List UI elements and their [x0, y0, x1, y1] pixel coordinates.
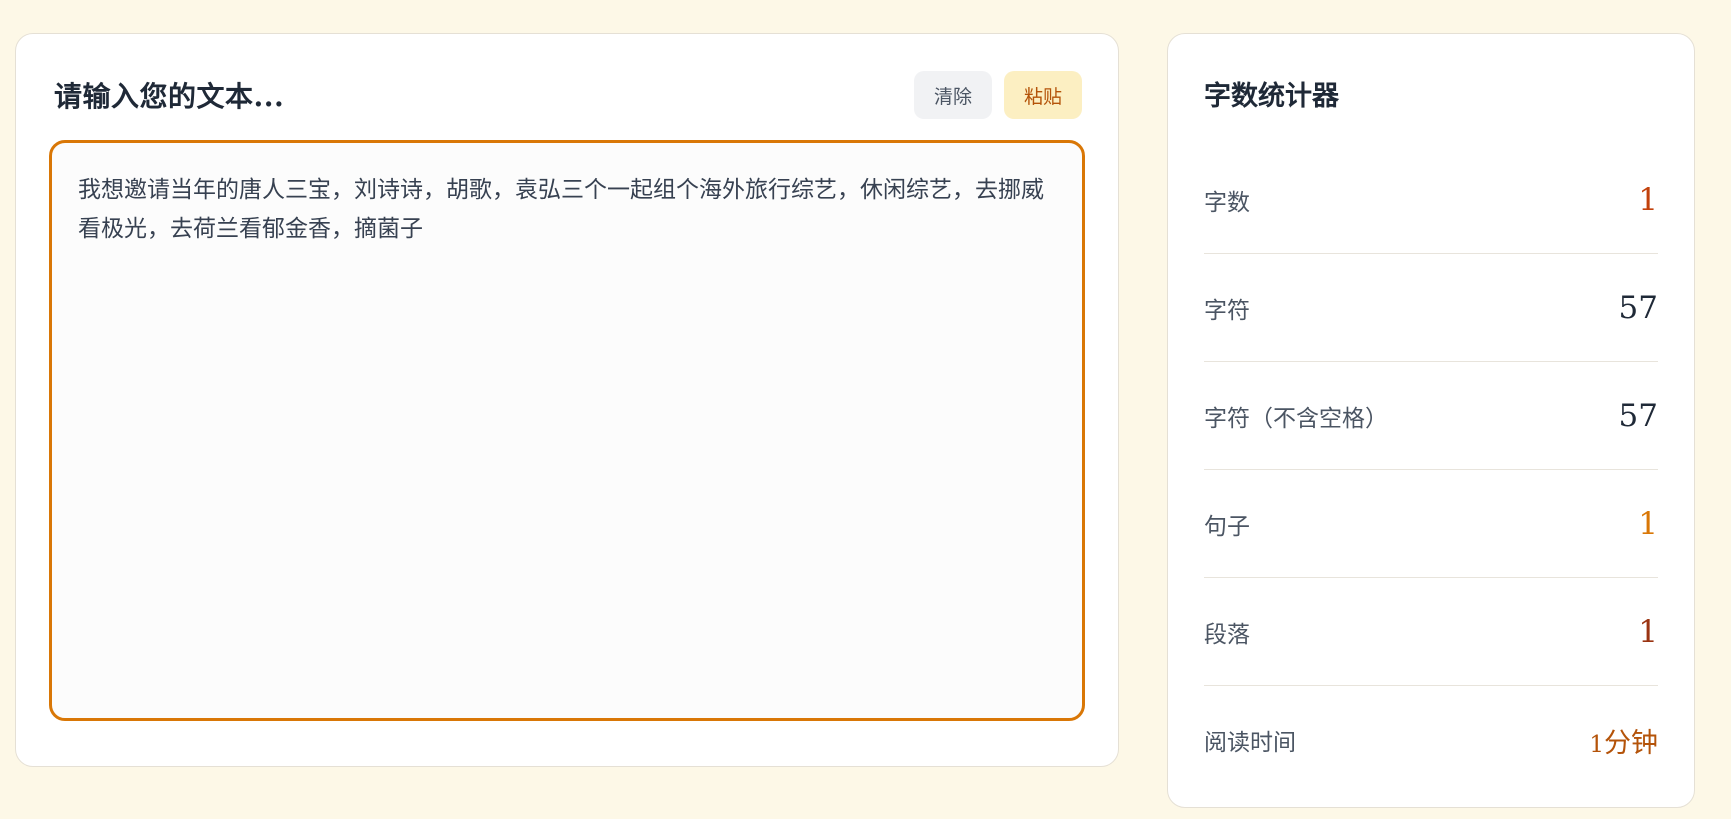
stat-label: 段落 — [1204, 621, 1250, 648]
editor-card: 请输入您的文本... 清除 粘贴 我想邀请当年的唐人三宝，刘诗诗，胡歌，袁弘三个… — [15, 33, 1119, 767]
stats-list: 字数 1 字符 57 字符（不含空格） 57 句子 1 段落 1 阅读时间 1分… — [1204, 146, 1658, 794]
stat-row-paragraphs: 段落 1 — [1204, 578, 1658, 686]
stat-row-reading-time: 阅读时间 1分钟 — [1204, 686, 1658, 794]
stat-value: 1 — [1638, 505, 1658, 542]
reading-time-unit: 分钟 — [1604, 727, 1658, 759]
stat-label: 句子 — [1204, 513, 1250, 540]
text-input-content: 我想邀请当年的唐人三宝，刘诗诗，胡歌，袁弘三个一起组个海外旅行综艺，休闲综艺，去… — [78, 177, 1044, 242]
stat-label: 阅读时间 — [1204, 730, 1296, 756]
stats-card: 字数统计器 字数 1 字符 57 字符（不含空格） 57 句子 1 段落 1 阅… — [1167, 33, 1695, 808]
editor-header: 请输入您的文本... 清除 粘贴 — [54, 70, 1082, 120]
stat-value-reading-time: 1分钟 — [1589, 721, 1658, 760]
stat-label: 字符 — [1204, 297, 1250, 324]
stat-row-sentences: 句子 1 — [1204, 470, 1658, 578]
stat-row-characters: 字符 57 — [1204, 254, 1658, 362]
stat-row-word-count: 字数 1 — [1204, 146, 1658, 254]
reading-time-number: 1 — [1589, 731, 1604, 758]
editor-actions: 清除 粘贴 — [914, 71, 1082, 119]
stat-row-characters-no-spaces: 字符（不含空格） 57 — [1204, 362, 1658, 470]
editor-title: 请输入您的文本... — [54, 80, 285, 113]
stat-value: 1 — [1638, 181, 1658, 218]
stat-value: 57 — [1618, 289, 1658, 326]
stat-label: 字数 — [1204, 189, 1250, 216]
stat-value: 1 — [1638, 613, 1658, 650]
paste-button[interactable]: 粘贴 — [1004, 71, 1082, 119]
stat-value: 57 — [1618, 397, 1658, 434]
stat-label: 字符（不含空格） — [1204, 405, 1388, 432]
stats-title: 字数统计器 — [1204, 81, 1339, 112]
text-input[interactable]: 我想邀请当年的唐人三宝，刘诗诗，胡歌，袁弘三个一起组个海外旅行综艺，休闲综艺，去… — [49, 140, 1085, 721]
clear-button[interactable]: 清除 — [914, 71, 992, 119]
